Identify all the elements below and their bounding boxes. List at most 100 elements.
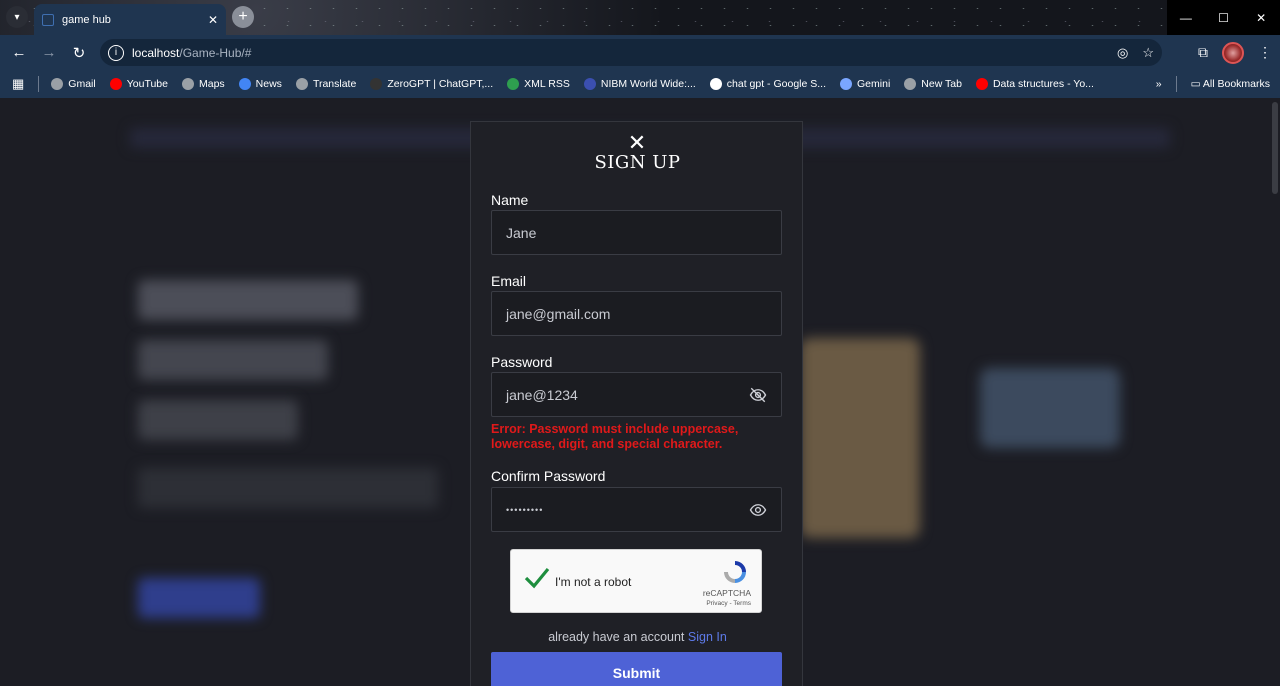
bookmark-favicon-icon <box>370 78 383 90</box>
bookmark-item[interactable]: New Tab <box>904 78 962 90</box>
url-host: localhost <box>132 45 180 60</box>
bookmark-favicon-icon <box>238 78 251 90</box>
bookmark-item[interactable]: Gemini <box>840 78 890 90</box>
email-value: jane@gmail.com <box>506 305 611 322</box>
window-close-icon[interactable]: ✕ <box>1242 0 1280 35</box>
bookmark-favicon-icon <box>840 78 853 90</box>
blurred-game-image <box>980 368 1120 448</box>
bookmark-star-icon[interactable]: ☆ <box>1142 45 1154 61</box>
recaptcha-label: I'm not a robot <box>555 575 632 589</box>
bookmark-item[interactable]: Maps <box>181 78 225 90</box>
confirm-password-field[interactable]: ••••••••• <box>491 487 782 532</box>
tab-search-button[interactable]: ▾ <box>6 6 28 28</box>
bookmark-favicon-icon <box>109 78 122 90</box>
blurred-game-image <box>800 338 920 538</box>
minimize-icon[interactable]: — <box>1167 0 1205 35</box>
bookmarks-bar: ▦ Gmail YouTube Maps News Translate ZeroGPT |… <box>0 70 1280 98</box>
bookmark-item[interactable]: Gmail <box>51 78 96 90</box>
name-field[interactable]: Jane <box>491 210 782 255</box>
name-value: Jane <box>506 224 537 241</box>
bookmark-label: XML RSS <box>524 78 570 90</box>
bookmark-label: Data structures - Yo... <box>992 78 1094 90</box>
bookmark-item[interactable]: YouTube <box>109 78 168 90</box>
bookmark-favicon-icon <box>904 78 917 90</box>
blurred-hero-button <box>138 578 260 618</box>
bookmarks-divider <box>38 76 40 92</box>
bookmark-label: chat gpt - Google S... <box>726 78 827 90</box>
bookmark-item[interactable]: XML RSS <box>507 78 570 90</box>
tab-strip: ▾ game hub ✕ + — ☐ ✕ <box>0 0 1280 35</box>
apps-grid-icon[interactable]: ▦ <box>12 76 24 92</box>
bookmark-label: News <box>255 78 282 90</box>
recaptcha-checkmark-icon[interactable] <box>523 564 551 592</box>
more-bookmarks-icon[interactable]: » <box>1156 78 1162 90</box>
scrollbar-thumb[interactable] <box>1272 102 1278 194</box>
password-error-message: Error: Password must include uppercase, … <box>491 422 739 451</box>
bookmark-label: Maps <box>198 78 225 90</box>
email-field[interactable]: jane@gmail.com <box>491 291 782 336</box>
bookmark-label: Gemini <box>857 78 891 90</box>
bookmark-label: New Tab <box>921 78 962 90</box>
signin-link[interactable]: Sign In <box>688 630 727 644</box>
recaptcha-privacy-terms[interactable]: Privacy - Terms <box>706 600 751 607</box>
all-bookmarks-folder[interactable]: ▭ All Bookmarks <box>1191 78 1270 90</box>
maximize-icon[interactable]: ☐ <box>1205 0 1243 35</box>
address-bar[interactable]: i localhost /Game-Hub/# ◎ ☆ <box>100 39 1162 66</box>
password-label: Password <box>491 354 553 370</box>
signup-modal: ✕ SIGN UP Name Jane Email jane@gmail.com… <box>470 121 803 686</box>
password-field[interactable]: jane@1234 <box>491 372 782 417</box>
modal-title: SIGN UP <box>594 152 681 173</box>
eye-off-icon[interactable] <box>749 386 767 404</box>
extensions-icon[interactable]: ⧉ <box>1198 44 1208 61</box>
bookmark-label: Gmail <box>68 78 96 90</box>
signin-prompt: already have an account <box>548 630 685 644</box>
tab-close-icon[interactable]: ✕ <box>208 13 218 27</box>
browser-toolbar: ← → ↻ i localhost /Game-Hub/# ◎ ☆ ⧉ ⋮ <box>0 35 1280 70</box>
bookmark-label: ZeroGPT | ChatGPT,... <box>387 78 494 90</box>
bookmark-favicon-icon <box>709 78 722 90</box>
bookmark-favicon-icon <box>295 78 308 90</box>
bookmark-favicon-icon <box>583 78 596 90</box>
bookmark-item[interactable]: Translate <box>295 78 357 90</box>
bookmark-item[interactable]: NIBM World Wide:... <box>583 78 696 90</box>
eye-icon[interactable] <box>749 501 767 519</box>
bookmark-label: Translate <box>312 78 357 90</box>
confirm-password-label: Confirm Password <box>491 468 606 484</box>
tab-game-hub[interactable]: game hub ✕ <box>34 4 226 35</box>
bookmark-label: NIBM World Wide:... <box>600 78 696 90</box>
forward-icon[interactable]: → <box>34 44 64 61</box>
bookmark-item[interactable]: ZeroGPT | ChatGPT,... <box>370 78 493 90</box>
blurred-hero-text <box>138 468 438 508</box>
url-path: /Game-Hub/# <box>179 45 252 60</box>
bookmark-favicon-icon <box>181 78 194 90</box>
bookmark-item[interactable]: News <box>238 78 282 90</box>
tab-favicon-icon <box>42 13 54 26</box>
eye-off-icon[interactable]: ◎ <box>1117 45 1128 61</box>
blurred-hero-heading <box>138 400 298 440</box>
blurred-hero-heading <box>138 340 328 380</box>
reload-icon[interactable]: ↻ <box>64 44 94 62</box>
confirm-password-value: ••••••••• <box>506 504 544 515</box>
bookmark-item[interactable]: chat gpt - Google S... <box>709 78 827 90</box>
site-info-icon[interactable]: i <box>108 44 124 61</box>
tab-title: game hub <box>62 13 111 26</box>
submit-button[interactable]: Submit <box>491 652 782 686</box>
folder-icon: ▭ <box>1190 78 1201 90</box>
bookmark-item[interactable]: Data structures - Yo... <box>975 78 1094 90</box>
bookmarks-divider-right <box>1175 76 1177 92</box>
recaptcha-brand: reCAPTCHA <box>702 588 751 598</box>
password-value: jane@1234 <box>506 386 578 403</box>
profile-avatar[interactable] <box>1222 41 1244 64</box>
window-controls: — ☐ ✕ <box>1167 0 1280 35</box>
blurred-hero-heading <box>138 280 358 320</box>
back-icon[interactable]: ← <box>4 44 34 61</box>
page-scrollbar[interactable] <box>1270 98 1280 686</box>
menu-kebab-icon[interactable]: ⋮ <box>1258 44 1272 61</box>
recaptcha-widget: I'm not a robot reCAPTCHA Privacy - Term… <box>510 549 762 613</box>
recaptcha-logo-icon <box>724 561 746 583</box>
name-label: Name <box>491 192 529 208</box>
new-tab-button[interactable]: + <box>232 6 254 28</box>
close-icon[interactable]: ✕ <box>626 132 648 154</box>
bookmark-label: YouTube <box>126 78 168 90</box>
signin-prompt-row: already have an account Sign In <box>471 630 804 644</box>
